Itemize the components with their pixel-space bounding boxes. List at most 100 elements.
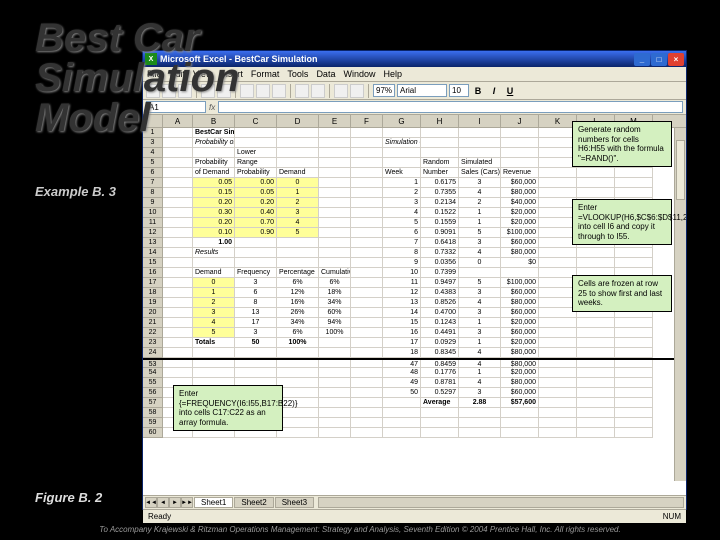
cell-M55[interactable] <box>615 378 653 388</box>
cell-B18[interactable]: 1 <box>193 288 235 298</box>
row-header[interactable]: 9 <box>143 198 163 208</box>
cell-F12[interactable] <box>351 228 383 238</box>
cell-C23[interactable]: 50 <box>235 338 277 348</box>
cell-B20[interactable]: 3 <box>193 308 235 318</box>
cell-B6[interactable]: of Demand <box>193 168 235 178</box>
cell-L53[interactable] <box>577 360 615 368</box>
cell-A17[interactable] <box>163 278 193 288</box>
cell-J20[interactable]: $60,000 <box>501 308 539 318</box>
cell-J9[interactable]: $40,000 <box>501 198 539 208</box>
cell-C14[interactable] <box>235 248 277 258</box>
col-header-C[interactable]: C <box>235 115 277 127</box>
cell-J8[interactable]: $80,000 <box>501 188 539 198</box>
row-header[interactable]: 6 <box>143 168 163 178</box>
cell-C8[interactable]: 0.05 <box>235 188 277 198</box>
cell-D56[interactable] <box>277 388 319 398</box>
cell-K22[interactable] <box>539 328 577 338</box>
cell-H10[interactable]: 0.1522 <box>421 208 459 218</box>
cell-I57[interactable]: 2.88 <box>459 398 501 408</box>
row-header[interactable]: 55 <box>143 378 163 388</box>
cell-D23[interactable]: 100% <box>277 338 319 348</box>
undo-icon[interactable] <box>295 84 309 98</box>
cell-L56[interactable] <box>577 388 615 398</box>
cell-I15[interactable]: 0 <box>459 258 501 268</box>
cell-H55[interactable]: 0.8781 <box>421 378 459 388</box>
cell-G8[interactable]: 2 <box>383 188 421 198</box>
row-header[interactable]: 8 <box>143 188 163 198</box>
cell-F56[interactable] <box>351 388 383 398</box>
cell-C18[interactable]: 6 <box>235 288 277 298</box>
row-header[interactable]: 5 <box>143 158 163 168</box>
cell-C9[interactable]: 0.20 <box>235 198 277 208</box>
cell-J19[interactable]: $80,000 <box>501 298 539 308</box>
cell-K53[interactable] <box>539 360 577 368</box>
cell-D22[interactable]: 6% <box>277 328 319 338</box>
cell-A16[interactable] <box>163 268 193 278</box>
cell-B24[interactable] <box>193 348 235 358</box>
cell-B12[interactable]: 0.10 <box>193 228 235 238</box>
cell-B4[interactable] <box>193 148 235 158</box>
cell-H11[interactable]: 0.1559 <box>421 218 459 228</box>
cell-D24[interactable] <box>277 348 319 358</box>
cell-A6[interactable] <box>163 168 193 178</box>
cell-C53[interactable] <box>235 360 277 368</box>
cell-I58[interactable] <box>459 408 501 418</box>
cell-C1[interactable] <box>235 128 277 138</box>
cell-A19[interactable] <box>163 298 193 308</box>
cell-B19[interactable]: 2 <box>193 298 235 308</box>
cell-J11[interactable]: $20,000 <box>501 218 539 228</box>
cell-I4[interactable] <box>459 148 501 158</box>
cell-I55[interactable]: 4 <box>459 378 501 388</box>
cell-B17[interactable]: 0 <box>193 278 235 288</box>
col-header-I[interactable]: I <box>459 115 501 127</box>
cell-L59[interactable] <box>577 418 615 428</box>
cell-A22[interactable] <box>163 328 193 338</box>
cell-E19[interactable]: 34% <box>319 298 351 308</box>
cell-F17[interactable] <box>351 278 383 288</box>
cell-C3[interactable] <box>235 138 277 148</box>
cell-B11[interactable]: 0.20 <box>193 218 235 228</box>
cell-F15[interactable] <box>351 258 383 268</box>
cell-F22[interactable] <box>351 328 383 338</box>
cell-H9[interactable]: 0.2134 <box>421 198 459 208</box>
cell-F5[interactable] <box>351 158 383 168</box>
cell-M53[interactable] <box>615 360 653 368</box>
cell-A5[interactable] <box>163 158 193 168</box>
cell-G6[interactable]: Week <box>383 168 421 178</box>
cell-I6[interactable]: Sales (Cars) <box>459 168 501 178</box>
cell-M15[interactable] <box>615 258 653 268</box>
cell-G59[interactable] <box>383 418 421 428</box>
row-header[interactable]: 56 <box>143 388 163 398</box>
cell-K21[interactable] <box>539 318 577 328</box>
cell-B22[interactable]: 5 <box>193 328 235 338</box>
row-header[interactable]: 57 <box>143 398 163 408</box>
cell-D55[interactable] <box>277 378 319 388</box>
cell-K7[interactable] <box>539 178 577 188</box>
cell-D20[interactable]: 26% <box>277 308 319 318</box>
cell-E11[interactable] <box>319 218 351 228</box>
cell-M22[interactable] <box>615 328 653 338</box>
menu-data[interactable]: Data <box>316 69 335 79</box>
cell-F7[interactable] <box>351 178 383 188</box>
cell-J21[interactable]: $20,000 <box>501 318 539 328</box>
cell-C6[interactable]: Probability <box>235 168 277 178</box>
minimize-button[interactable]: _ <box>634 53 650 66</box>
cell-L54[interactable] <box>577 368 615 378</box>
cell-C22[interactable]: 3 <box>235 328 277 338</box>
cell-E58[interactable] <box>319 408 351 418</box>
cell-L23[interactable] <box>577 338 615 348</box>
cell-M60[interactable] <box>615 428 653 438</box>
cell-G21[interactable]: 15 <box>383 318 421 328</box>
cell-G57[interactable] <box>383 398 421 408</box>
cell-B15[interactable] <box>193 258 235 268</box>
row-header[interactable]: 17 <box>143 278 163 288</box>
cell-A14[interactable] <box>163 248 193 258</box>
cell-H23[interactable]: 0.0929 <box>421 338 459 348</box>
cell-C13[interactable] <box>235 238 277 248</box>
cell-A53[interactable] <box>163 360 193 368</box>
cell-I24[interactable]: 4 <box>459 348 501 358</box>
cell-E53[interactable] <box>319 360 351 368</box>
cell-D14[interactable] <box>277 248 319 258</box>
cell-J5[interactable] <box>501 158 539 168</box>
row-header[interactable]: 60 <box>143 428 163 438</box>
